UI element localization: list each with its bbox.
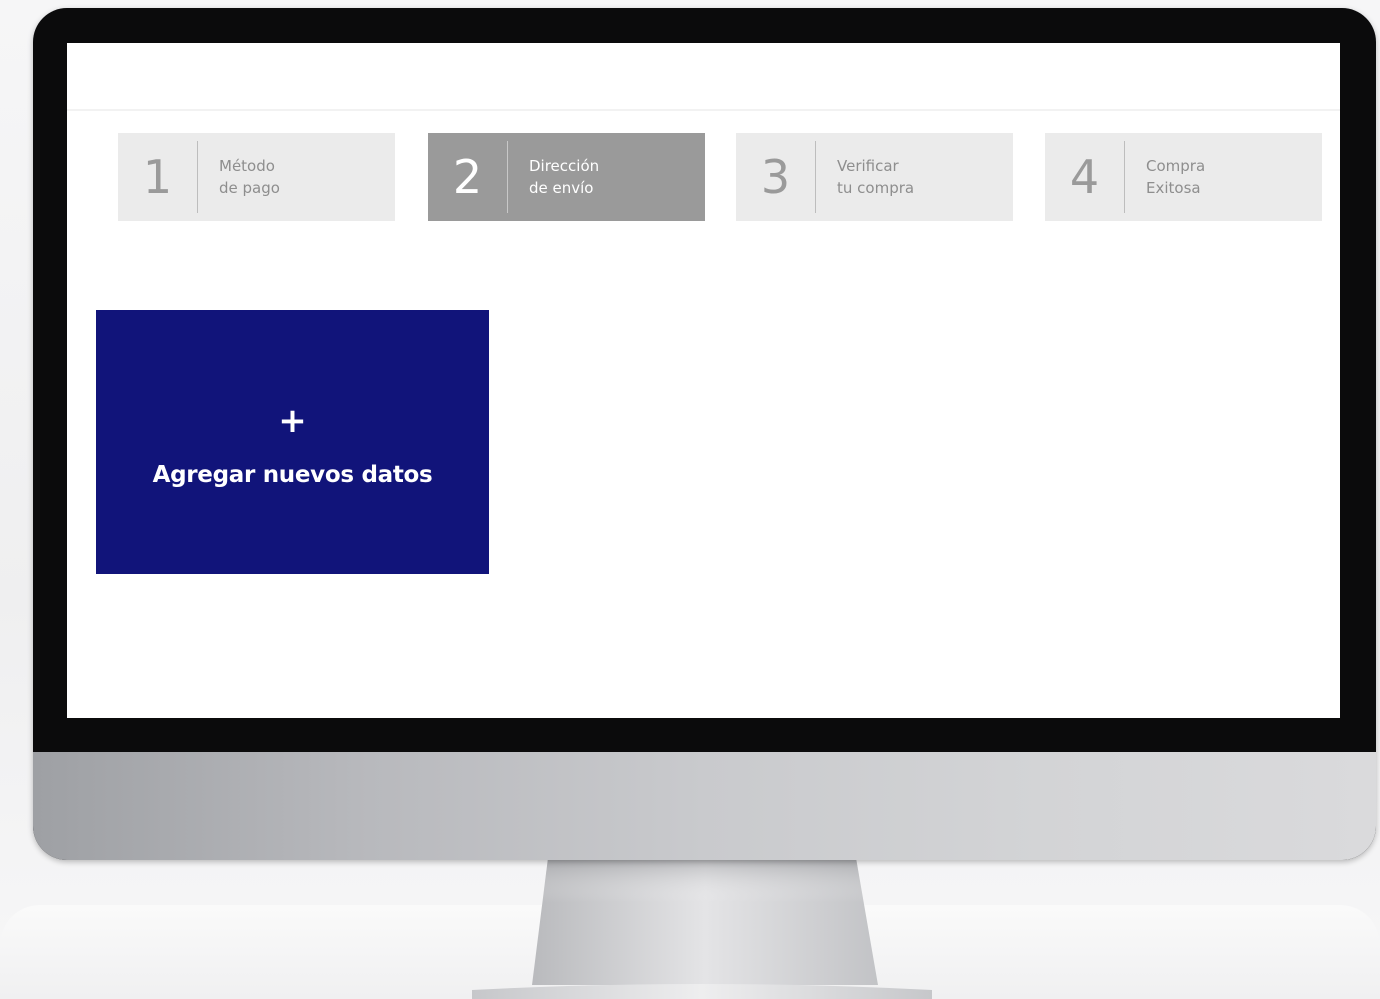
step-label-line2: de envío <box>529 179 594 197</box>
step-label-line1: Método <box>219 157 275 175</box>
monitor: 1 Método de pago 2 Dirección de envío 3 <box>33 8 1376 860</box>
desk-surface <box>0 905 1380 999</box>
step-label-line2: Exitosa <box>1146 179 1201 197</box>
step-label: Compra Exitosa <box>1125 155 1205 199</box>
step-label-line2: de pago <box>219 179 280 197</box>
step-number: 4 <box>1069 150 1100 204</box>
step-label-line1: Compra <box>1146 157 1206 175</box>
step-number: 2 <box>452 150 483 204</box>
add-new-data-label: Agregar nuevos datos <box>152 462 433 488</box>
step-label-line2: tu compra <box>837 179 915 197</box>
step-number: 3 <box>760 150 791 204</box>
step-3-verify-purchase[interactable]: 3 Verificar tu compra <box>736 133 1013 221</box>
top-bar <box>67 43 1340 111</box>
step-label-line1: Dirección <box>529 157 600 175</box>
screen: 1 Método de pago 2 Dirección de envío 3 <box>67 43 1340 718</box>
step-4-purchase-success[interactable]: 4 Compra Exitosa <box>1045 133 1322 221</box>
desktop-scene: 1 Método de pago 2 Dirección de envío 3 <box>0 0 1380 999</box>
monitor-chin <box>33 752 1376 860</box>
step-2-shipping-address[interactable]: 2 Dirección de envío <box>428 133 705 221</box>
plus-icon: + <box>278 401 307 441</box>
add-new-data-button[interactable]: + Agregar nuevos datos <box>96 310 489 574</box>
step-label-line1: Verificar <box>837 157 899 175</box>
step-label: Método de pago <box>198 155 280 199</box>
step-number: 1 <box>142 150 173 204</box>
step-1-payment-method[interactable]: 1 Método de pago <box>118 133 395 221</box>
step-label: Verificar tu compra <box>816 155 914 199</box>
step-label: Dirección de envío <box>508 155 599 199</box>
